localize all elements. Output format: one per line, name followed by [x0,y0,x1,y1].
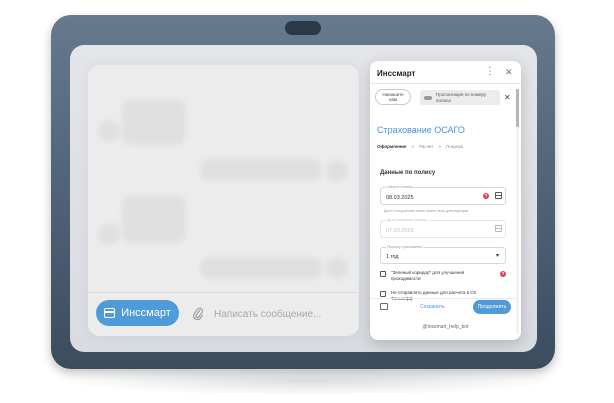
step-separator: > [411,144,415,149]
calendar-icon [495,225,502,232]
help-icon[interactable]: ? [483,193,489,199]
checkbox-label: "Зеленый коридор" для улучшения проходим… [391,270,465,281]
field-value: 1 год [386,254,399,260]
paperclip-icon[interactable] [192,306,204,320]
step-separator: > [438,144,442,149]
step-calc: Расчет [419,144,434,149]
header-divider [370,83,521,84]
extend-by-policy-chip[interactable]: Пролонгация по номеру полиса [420,90,500,105]
write-us-chip[interactable]: Напишите нам [375,89,411,105]
dismiss-chips-icon[interactable]: ✕ [504,93,511,102]
tablet-camera [285,21,321,35]
form-heading: Страхование ОСАГО [377,125,465,135]
section-title: Данные по полису [380,170,436,176]
close-icon[interactable]: ✕ [505,67,513,78]
checkbox[interactable] [380,271,386,277]
field-label: Период страхования [386,245,423,249]
green-corridor-checkbox[interactable]: "Зеленый коридор" для улучшения проходим… [380,270,489,282]
continue-button[interactable]: Продолжить [473,300,511,314]
calendar-icon[interactable] [495,192,502,199]
bot-panel-title: Инссмарт [377,69,416,78]
bot-panel: Инссмарт ⋮ ✕ Напишите нам Пролонгация по… [370,61,521,340]
step-purchase: Покупка [446,144,464,149]
chat-avatar [98,223,120,245]
chat-bubble [122,99,186,145]
toggle-icon [424,95,432,100]
chevron-down-icon: ▾ [496,253,500,259]
start-date-field[interactable]: Начало полиса 08.03.2025 ? [380,185,506,205]
no-send-checkbox[interactable]: Не отправлять данные для расчета в СК Ти… [380,290,489,302]
checkbox-label: Не отправлять данные для расчета в СК Ти… [391,290,477,301]
bot-handle: @inssmart_help_bot [422,324,469,330]
chat-bubble [122,195,186,243]
window-icon [104,308,116,318]
scrollbar-thumb[interactable] [516,89,519,127]
chat-avatar [326,160,348,182]
chat-avatar [98,120,120,142]
chat-divider [88,292,358,293]
help-icon[interactable]: ? [500,271,506,277]
step-design: Оформление [377,144,407,149]
more-vertical-icon[interactable]: ⋮ [485,67,495,77]
bot-button-label: Инссмарт [121,307,171,319]
chat-icon[interactable] [380,303,388,310]
save-button[interactable]: Сохранить [420,304,445,310]
field-hint: Дата с которой ваш полис начнет быть дей… [384,209,469,213]
end-date-field: Дата окончания полиса 07.03.2026 [380,218,506,238]
message-input[interactable] [212,305,356,323]
footer-divider [370,298,516,299]
period-select[interactable]: Период страхования 1 год ▾ [380,245,506,264]
chat-avatar [326,257,348,279]
extend-chip-label: Пролонгация по номеру полиса [436,92,487,103]
floor-shadow [60,366,560,396]
field-value: 08.03.2025 [386,195,414,201]
field-label: Дата окончания полиса [386,218,428,222]
chat-bubble [200,159,322,181]
chat-bubble [200,257,322,279]
field-label: Начало полиса [386,185,414,189]
inssmart-bot-button[interactable]: Инссмарт [96,300,179,326]
checkbox[interactable] [380,291,386,297]
chat-panel [88,65,359,336]
field-value: 07.03.2026 [386,228,414,234]
breadcrumb: Оформление > Расчет > Покупка [377,144,463,149]
